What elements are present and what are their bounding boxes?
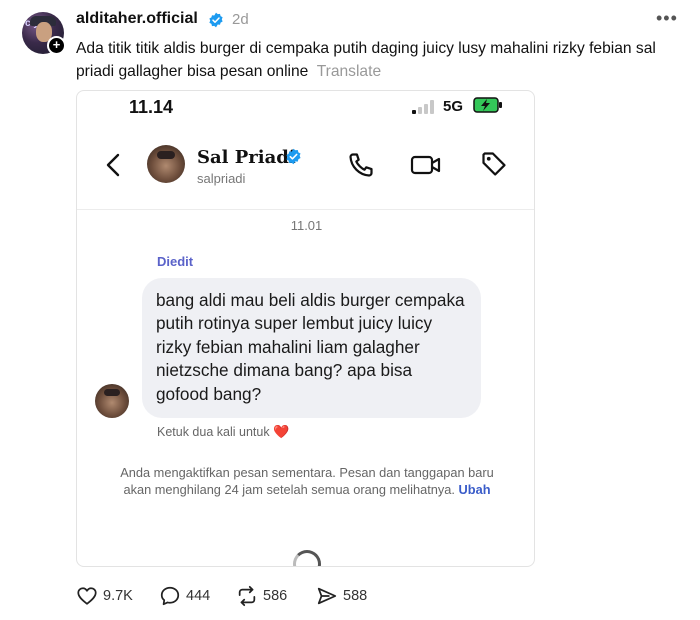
message-timestamp: 11.01 [290, 218, 323, 233]
post-username[interactable]: alditaher.official [76, 10, 198, 28]
signal-bars-icon [412, 100, 434, 114]
battery-charging-icon [473, 97, 502, 113]
action-bar: 9.7K 444 586 588 [76, 584, 476, 608]
comment-button[interactable]: 444 [159, 584, 210, 608]
contact-name[interactable]: Sal Priadi [197, 147, 296, 168]
notice-text: Anda mengaktifkan pesan sementara. Pesan… [120, 465, 494, 497]
status-bar-time: 11.14 [129, 97, 174, 117]
repost-button[interactable]: 586 [236, 584, 287, 608]
network-label: 5G [443, 98, 464, 115]
header-divider [77, 209, 534, 210]
contact-handle: salpriadi [197, 171, 246, 186]
post: cly + alditaher.official 2d ••• Ada titi… [0, 0, 700, 620]
change-link[interactable]: Ubah [459, 482, 491, 497]
reaction-hint: Ketuk dua kali untuk ❤️ [157, 424, 289, 440]
share-send-icon [317, 587, 337, 605]
more-dots-icon[interactable]: ••• [656, 8, 678, 29]
share-count: 588 [343, 588, 368, 604]
screenshot-image[interactable]: 11.14 5G Sal Priadi salpriadi 11.01 Died… [76, 90, 535, 567]
reaction-hint-text: Ketuk dua kali untuk [157, 425, 270, 439]
verified-badge-icon [209, 12, 223, 28]
edited-label: Diedit [157, 254, 194, 269]
repost-arrows-icon [238, 585, 256, 607]
follow-plus-icon[interactable]: + [47, 36, 66, 55]
sender-avatar [95, 384, 129, 418]
post-time: 2d [232, 11, 249, 28]
tag-label-icon[interactable] [480, 150, 508, 178]
phone-call-icon[interactable] [347, 151, 375, 179]
translate-link[interactable]: Translate [317, 63, 381, 80]
contact-verified-icon [286, 148, 301, 165]
author-avatar[interactable]: cly + [22, 12, 66, 55]
share-button[interactable]: 588 [316, 584, 367, 608]
comment-count: 444 [186, 588, 211, 604]
message-bubble[interactable]: bang aldi mau beli aldis burger cempaka … [142, 278, 481, 418]
heart-icon: ❤️ [273, 424, 290, 439]
contact-avatar[interactable] [147, 145, 185, 183]
back-chevron-icon[interactable] [105, 153, 121, 177]
video-call-icon[interactable] [410, 153, 442, 177]
comment-bubble-icon [160, 586, 180, 606]
ephemeral-notice: Anda mengaktifkan pesan sementara. Pesan… [117, 465, 497, 498]
heart-outline-icon [77, 587, 97, 605]
like-count: 9.7K [103, 588, 133, 604]
post-caption: Ada titik titik aldis burger di cempaka … [76, 37, 666, 83]
repost-count: 586 [263, 588, 288, 604]
loading-spinner-icon [293, 550, 321, 566]
like-button[interactable]: 9.7K [76, 584, 133, 608]
